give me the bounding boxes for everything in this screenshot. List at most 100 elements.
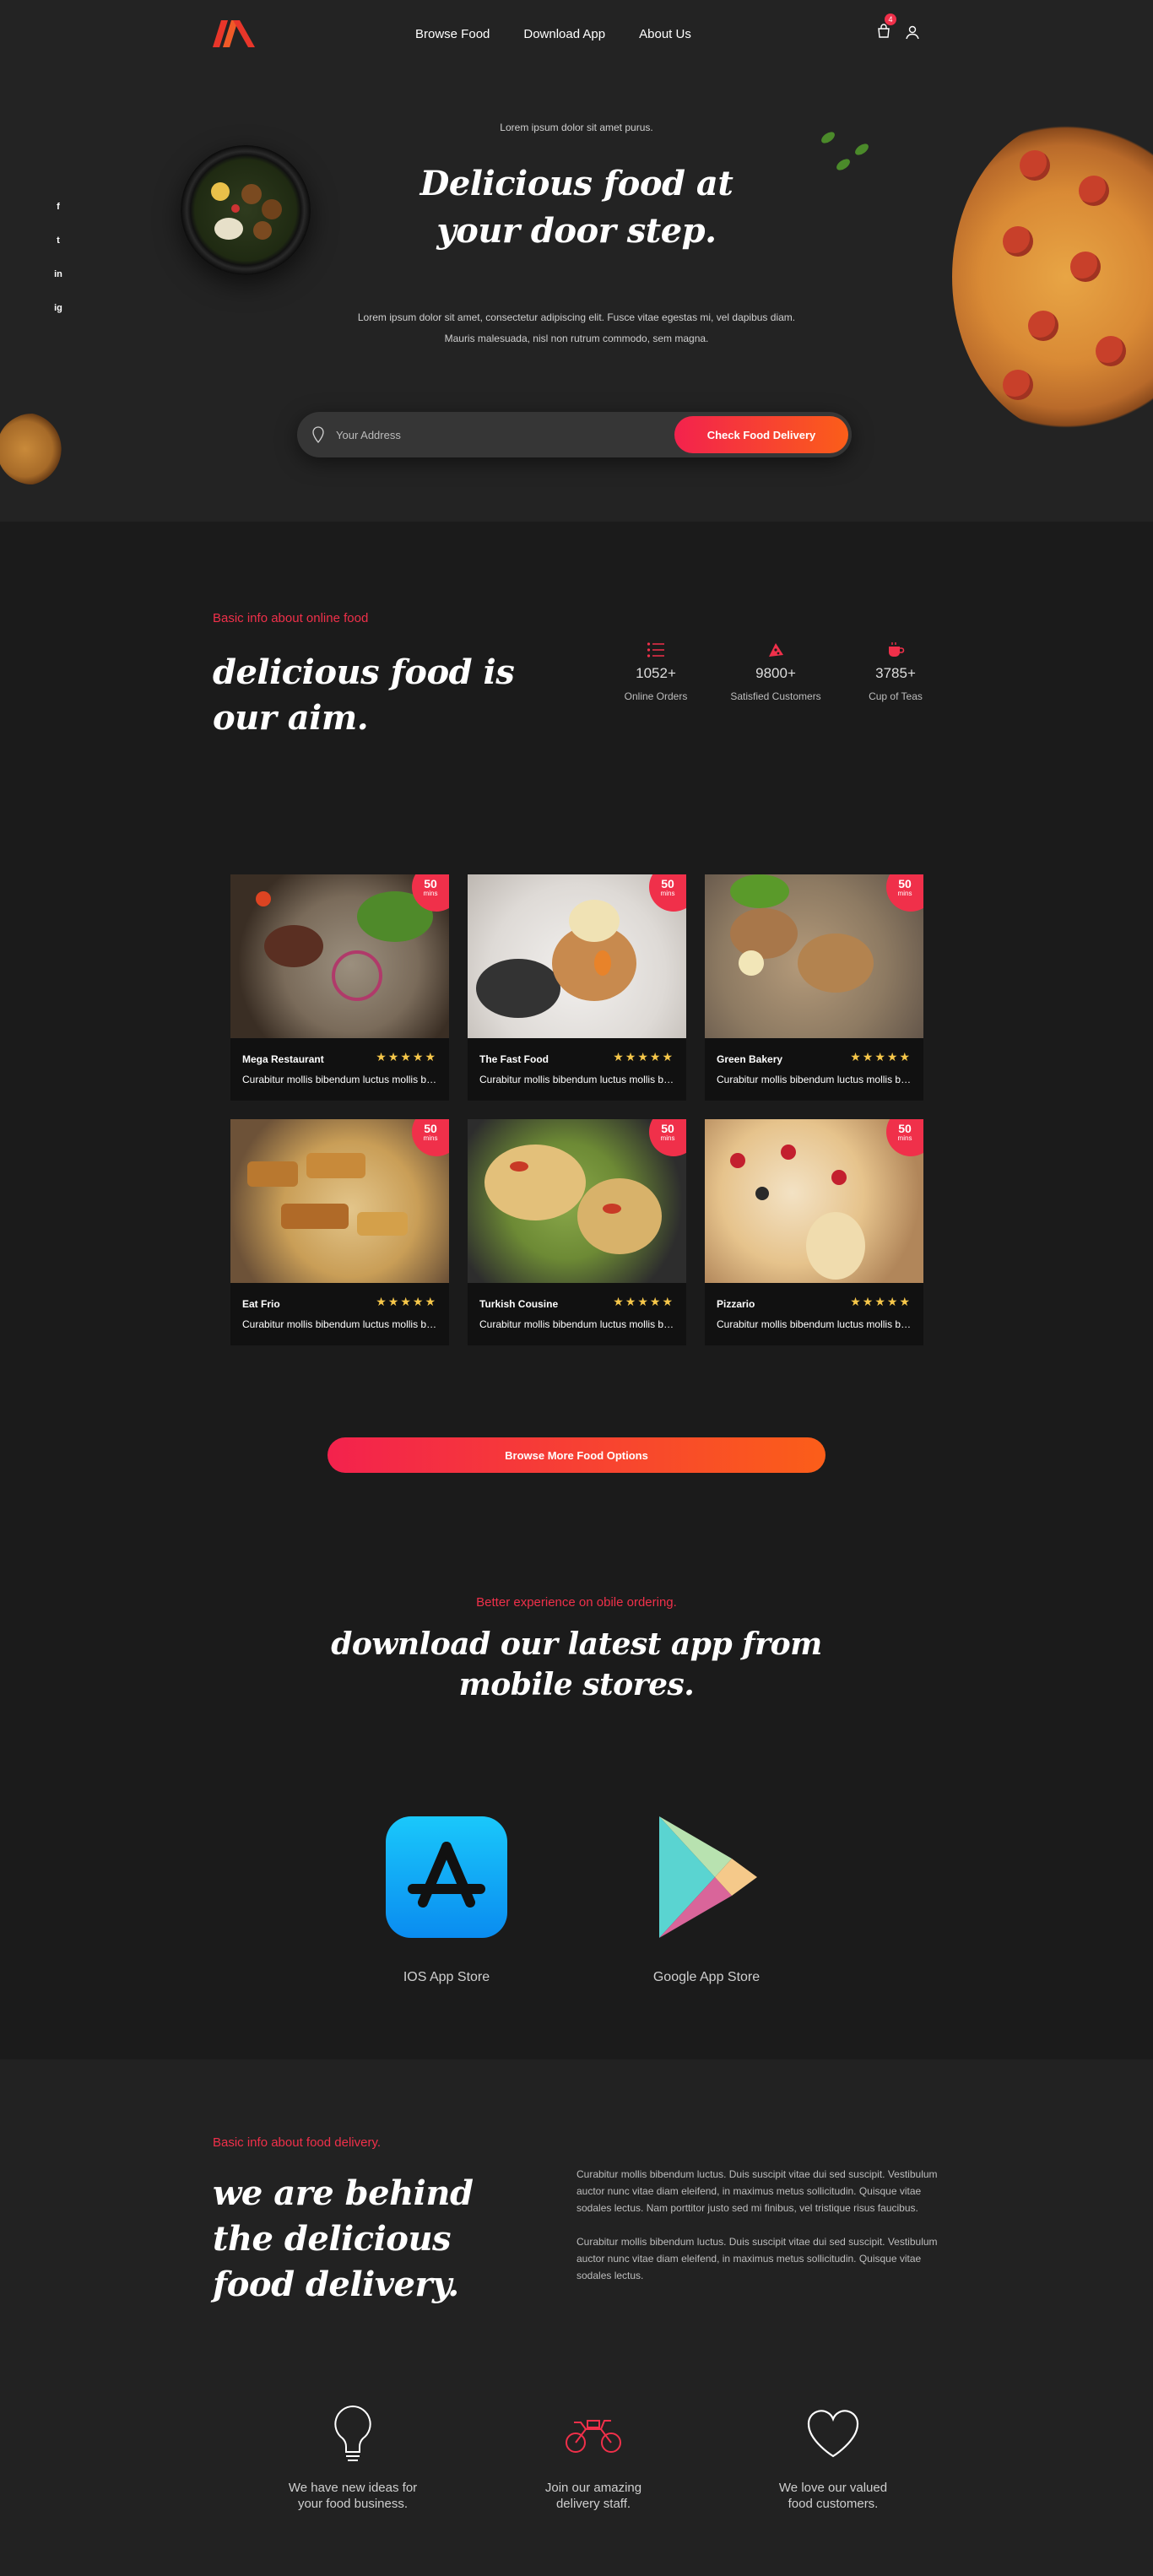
delivery-minutes: 50 bbox=[424, 1122, 437, 1135]
browse-more-food-button[interactable]: Browse More Food Options bbox=[327, 1437, 826, 1473]
stats-title: delicious food is our aim. bbox=[213, 652, 515, 738]
restaurant-name: Eat Frio bbox=[242, 1298, 280, 1310]
pizza-image bbox=[952, 116, 1153, 437]
restaurant-name: The Fast Food bbox=[479, 1053, 549, 1065]
stat-number: 3785+ bbox=[875, 665, 916, 681]
restaurant-name: Pizzario bbox=[717, 1298, 755, 1310]
feature-label: We have new ideas for your food business. bbox=[260, 2480, 446, 2512]
user-icon[interactable] bbox=[905, 24, 920, 40]
stat-label: Cup of Teas bbox=[869, 690, 923, 702]
delivery-minutes: 50 bbox=[898, 877, 912, 890]
nav-download-app[interactable]: Download App bbox=[523, 27, 605, 41]
linkedin-icon[interactable]: in bbox=[54, 268, 62, 280]
delivery-unit: mins bbox=[423, 890, 438, 897]
feature-customers: We love our valued food customers. bbox=[740, 2404, 926, 2512]
hero-section: Browse Food Download App About Us 4 f t … bbox=[0, 0, 1153, 522]
page: Browse Food Download App About Us 4 f t … bbox=[0, 0, 1153, 2576]
cart-count-badge: 4 bbox=[885, 14, 896, 25]
app-kicker: Better experience on obile ordering. bbox=[476, 1595, 677, 1610]
delivery-unit: mins bbox=[423, 1134, 438, 1142]
list-icon bbox=[647, 642, 664, 658]
about-kicker: Basic info about food delivery. bbox=[213, 2135, 382, 2150]
hero-kicker: Lorem ipsum dolor sit amet purus. bbox=[500, 122, 653, 133]
stat-number: 9800+ bbox=[755, 665, 796, 681]
restaurant-card[interactable]: 50 mins Green Bakery ★★★★★ Curabitur moll… bbox=[705, 874, 923, 1101]
restaurant-description: Curabitur mollis bibendum luctus mollis … bbox=[242, 1074, 438, 1085]
main-nav: Browse Food Download App About Us bbox=[415, 27, 725, 41]
restaurant-card[interactable]: 50 mins Turkish Cousine ★★★★★ Curabitur m… bbox=[468, 1119, 686, 1345]
restaurant-description: Curabitur mollis bibendum luctus mollis … bbox=[479, 1318, 675, 1330]
google-store-label: Google App Store bbox=[652, 1970, 761, 1984]
restaurant-description: Curabitur mollis bibendum luctus mollis … bbox=[479, 1074, 675, 1085]
twitter-icon[interactable]: t bbox=[57, 235, 60, 246]
nav-browse-food[interactable]: Browse Food bbox=[415, 27, 490, 41]
about-paragraph: Curabitur mollis bibendum luctus. Duis s… bbox=[576, 2236, 938, 2281]
rating-stars: ★★★★★ bbox=[613, 1295, 674, 1308]
restaurant-card[interactable]: 50 mins The Fast Food ★★★★★ Curabitur mol… bbox=[468, 874, 686, 1101]
shopping-bag-icon bbox=[878, 24, 890, 38]
location-pin-icon bbox=[312, 426, 324, 443]
google-app-store-link[interactable]: Google App Store bbox=[622, 1815, 791, 1985]
check-food-delivery-button[interactable]: Check Food Delivery bbox=[674, 416, 848, 453]
rating-stars: ★★★★★ bbox=[850, 1295, 912, 1308]
rating-stars: ★★★★★ bbox=[376, 1050, 437, 1063]
restaurant-description: Curabitur mollis bibendum luctus mollis … bbox=[242, 1318, 438, 1330]
restaurant-card[interactable]: 50 mins Mega Restaurant ★★★★★ Curabitur m… bbox=[230, 874, 449, 1101]
restaurant-cards-grid: 50 mins Mega Restaurant ★★★★★ Curabitur m… bbox=[230, 874, 923, 1345]
brand-logo[interactable] bbox=[213, 20, 255, 47]
stat-online-orders: 1052+ Online Orders bbox=[596, 641, 716, 702]
heart-icon bbox=[807, 2410, 859, 2458]
restaurant-description: Curabitur mollis bibendum luctus mollis … bbox=[717, 1318, 912, 1330]
tea-cup-icon bbox=[889, 642, 905, 657]
feature-line: your food business. bbox=[297, 2497, 409, 2511]
stats-kicker: Basic info about online food bbox=[213, 611, 369, 625]
rating-stars: ★★★★★ bbox=[850, 1050, 912, 1063]
feature-new-ideas: We have new ideas for your food business. bbox=[260, 2404, 446, 2512]
burger-image bbox=[0, 414, 68, 484]
nav-about-us[interactable]: About Us bbox=[639, 27, 691, 41]
feature-line: delivery staff. bbox=[555, 2497, 631, 2511]
ios-app-store-link[interactable]: IOS App Store bbox=[362, 1815, 531, 1985]
restaurant-name: Mega Restaurant bbox=[242, 1053, 324, 1065]
stat-label: Online Orders bbox=[624, 690, 688, 702]
pizza-slice-icon bbox=[769, 643, 783, 657]
stat-satisfied-customers: 9800+ Satisfied Customers bbox=[716, 641, 836, 702]
restaurant-name: Green Bakery bbox=[717, 1053, 783, 1065]
about-title: we are behind the delicious food deliver… bbox=[213, 2173, 474, 2304]
delivery-unit: mins bbox=[660, 890, 675, 897]
instagram-icon[interactable]: ig bbox=[54, 302, 62, 314]
basil-leaf-image bbox=[834, 156, 853, 173]
delivery-minutes: 50 bbox=[661, 877, 674, 890]
restaurant-card[interactable]: 50 mins Pizzario ★★★★★ Curabitur mollis b… bbox=[705, 1119, 923, 1345]
rating-stars: ★★★★★ bbox=[376, 1295, 437, 1308]
lightbulb-icon bbox=[334, 2405, 371, 2461]
delivery-minutes: 50 bbox=[661, 1122, 674, 1135]
feature-label: We love our valued food customers. bbox=[740, 2480, 926, 2512]
header-icons: 4 bbox=[876, 14, 920, 41]
hero-desc-line: Mauris malesuada, nisl non rutrum commod… bbox=[444, 333, 709, 344]
delivery-unit: mins bbox=[897, 1134, 912, 1142]
app-store-icon bbox=[384, 1815, 509, 1940]
motorcycle-icon bbox=[566, 2420, 621, 2453]
hero-desc-line: Lorem ipsum dolor sit amet, consectetur … bbox=[357, 311, 796, 323]
about-paragraph: Curabitur mollis bibendum luctus. Duis s… bbox=[576, 2168, 938, 2214]
delivery-minutes: 50 bbox=[898, 1122, 912, 1135]
social-links: f t in ig bbox=[52, 201, 64, 314]
feature-line: food customers. bbox=[788, 2497, 879, 2511]
delivery-minutes: 50 bbox=[424, 877, 437, 890]
feature-label: Join our amazing delivery staff. bbox=[501, 2480, 686, 2512]
feature-line: We have new ideas for bbox=[288, 2481, 418, 2495]
feature-delivery-staff: Join our amazing delivery staff. bbox=[501, 2404, 686, 2512]
cart-button[interactable]: 4 bbox=[876, 14, 896, 41]
address-input[interactable] bbox=[336, 420, 665, 449]
address-search-bar: Check Food Delivery bbox=[297, 412, 852, 457]
facebook-icon[interactable]: f bbox=[57, 201, 60, 213]
app-title: download our latest app from mobile stor… bbox=[331, 1626, 822, 1702]
google-play-icon bbox=[644, 1815, 769, 1940]
feature-line: Join our amazing bbox=[544, 2481, 642, 2495]
salad-bowl-image bbox=[181, 145, 311, 275]
restaurant-name: Turkish Cousine bbox=[479, 1298, 559, 1310]
delivery-unit: mins bbox=[897, 890, 912, 897]
ios-store-label: IOS App Store bbox=[403, 1970, 490, 1984]
restaurant-card[interactable]: 50 mins Eat Frio ★★★★★ Curabitur mollis b… bbox=[230, 1119, 449, 1345]
